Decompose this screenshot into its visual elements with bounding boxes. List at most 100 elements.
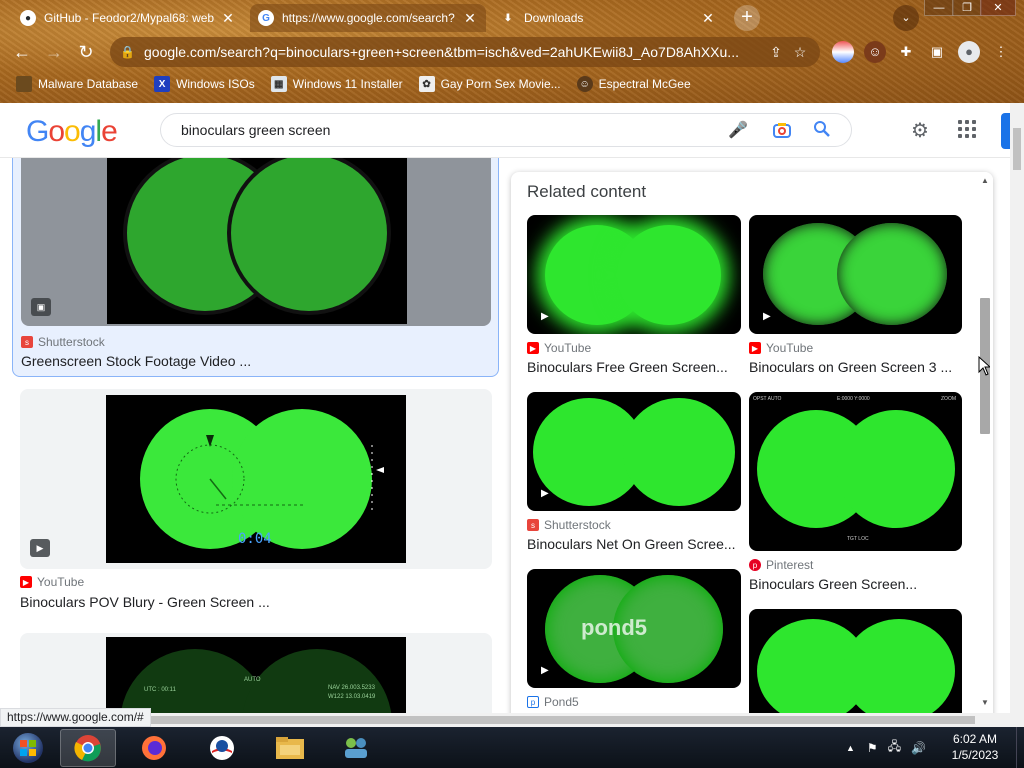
related-item[interactable]: ▶ s Shutterstock Binoculars Net On Green… xyxy=(527,392,741,552)
related-item[interactable]: OPST AUTO E:0000 Y:0000 ZOOM TGT LOC p P… xyxy=(749,392,962,592)
back-button[interactable]: ← xyxy=(10,40,34,64)
close-icon[interactable]: ✕ xyxy=(220,10,236,27)
scroll-down-arrow-icon[interactable]: ▼ xyxy=(981,698,989,707)
lens-camera-icon[interactable] xyxy=(771,120,793,142)
taskbar-clock[interactable]: 6:02 AM 1/5/2023 xyxy=(940,731,1010,763)
system-tray: ▲ ⚑ 🖧 🔊 xyxy=(846,727,926,768)
bookmark-windows-11-installer[interactable]: ▦ Windows 11 Installer xyxy=(270,76,403,92)
extension-flag-icon[interactable] xyxy=(832,41,854,63)
related-title[interactable]: Binoculars Free Green Screen... xyxy=(527,359,737,375)
related-title[interactable]: Binoculars Green Screen... xyxy=(749,576,959,592)
avatar-icon: ☺ xyxy=(576,76,593,92)
related-scrollbar[interactable]: ▲ ▼ xyxy=(977,172,993,713)
close-icon[interactable]: ✕ xyxy=(700,10,716,27)
result-source[interactable]: ▶ YouTube xyxy=(20,575,84,589)
play-icon: ▶ xyxy=(30,539,50,557)
related-source[interactable]: s Shutterstock xyxy=(527,518,611,532)
extensions-puzzle-icon[interactable]: ✚ xyxy=(895,41,917,63)
tab-downloads[interactable]: ⬇ Downloads ✕ xyxy=(492,4,724,32)
google-logo[interactable]: Google xyxy=(26,115,118,149)
result-thumbnail[interactable]: 0:04 ▶ xyxy=(20,389,492,569)
star-icon[interactable]: ☆ xyxy=(788,44,812,61)
related-item[interactable]: pond5 ▶ p Pond5 xyxy=(527,569,741,713)
youtube-icon: ▶ xyxy=(20,576,32,588)
result-source[interactable]: s Shutterstock xyxy=(21,335,105,349)
clock-time: 6:02 AM xyxy=(952,732,998,746)
close-icon[interactable]: ✕ xyxy=(462,10,478,27)
tab-google-search[interactable]: G https://www.google.com/search? ✕ xyxy=(250,4,486,32)
related-source[interactable]: ▶ YouTube xyxy=(527,341,591,355)
volume-icon[interactable]: 🔊 xyxy=(911,741,926,755)
firefox-icon xyxy=(142,736,166,760)
sign-in-button[interactable] xyxy=(1001,113,1010,149)
tab-search-button[interactable]: ⌄ xyxy=(893,5,919,31)
horizontal-scrollbar-thumb[interactable] xyxy=(150,716,975,724)
lock-icon[interactable]: 🔒 xyxy=(120,45,135,59)
address-bar[interactable]: 🔒 google.com/search?q=binoculars+green+s… xyxy=(110,37,820,67)
related-source[interactable]: ▶ YouTube xyxy=(749,341,813,355)
taskbar-firefox[interactable] xyxy=(126,729,182,767)
result-title[interactable]: Greenscreen Stock Footage Video ... xyxy=(21,353,481,369)
hud-text: E:0000 Y:0000 xyxy=(837,396,870,402)
search-icon[interactable] xyxy=(811,120,833,142)
share-icon[interactable]: ⇪ xyxy=(764,44,788,61)
related-title[interactable]: Binoculars on Green Screen 3 ... xyxy=(749,359,959,375)
related-source[interactable]: p Pinterest xyxy=(749,558,813,572)
taskbar-file-explorer[interactable] xyxy=(262,729,318,767)
settings-gear-icon[interactable]: ⚙ xyxy=(908,119,932,143)
network-icon[interactable]: 🖧 xyxy=(888,737,901,758)
reload-button[interactable]: ↻ xyxy=(74,40,98,64)
tab-github[interactable]: ● GitHub - Feodor2/Mypal68: web b ✕ xyxy=(12,4,244,32)
video-timer: 0:04 xyxy=(238,531,272,547)
bookmark-malware-database[interactable]: Malware Database xyxy=(16,76,138,92)
restore-button[interactable]: ❐ xyxy=(952,0,982,16)
bookmarks-bar: Malware Database X Windows ISOs ▦ Window… xyxy=(0,72,1024,96)
related-thumbnail[interactable]: ▶ xyxy=(527,215,741,334)
forward-button[interactable]: → xyxy=(42,40,66,64)
start-button[interactable] xyxy=(0,729,56,767)
page-scrollbar-thumb[interactable] xyxy=(1013,128,1021,170)
result-thumbnail[interactable]: UTC : 00:11 AUTO NAV 26.003.5233 W122 13… xyxy=(20,633,492,713)
close-window-button[interactable]: ✕ xyxy=(980,0,1016,16)
page-vertical-scrollbar[interactable] xyxy=(1010,103,1024,727)
bookmark-movie[interactable]: ✿ Gay Porn Sex Movie... xyxy=(418,76,561,92)
show-hidden-icons-icon[interactable]: ▲ xyxy=(846,743,855,753)
related-thumbnail[interactable]: OPST AUTO E:0000 Y:0000 ZOOM TGT LOC xyxy=(749,392,962,551)
taskbar-chrome[interactable] xyxy=(60,729,116,767)
page-horizontal-scrollbar[interactable] xyxy=(0,713,1010,727)
related-thumbnail[interactable]: ▶ xyxy=(749,215,962,334)
related-title[interactable]: Binoculars Net On Green Scree... xyxy=(527,536,737,552)
microphone-icon[interactable]: 🎤 xyxy=(727,120,749,142)
taskbar-app-obama[interactable] xyxy=(194,729,250,767)
search-input[interactable] xyxy=(181,122,701,138)
result-thumbnail[interactable]: ▣ xyxy=(21,158,491,326)
github-icon: ● xyxy=(20,10,36,26)
related-thumbnail[interactable] xyxy=(749,609,962,713)
google-apps-icon[interactable] xyxy=(958,120,980,142)
result-card-selected[interactable]: ▣ s Shutterstock Greenscreen Stock Foota… xyxy=(12,158,499,377)
result-card[interactable]: 0:04 ▶ ▶ YouTube Binoculars POV Blury - … xyxy=(20,389,492,610)
side-panel-icon[interactable]: ▣ xyxy=(926,41,948,63)
related-item[interactable]: ▶ ▶ YouTube Binoculars on Green Screen 3… xyxy=(749,215,962,390)
extension-avatar-icon[interactable]: ☺ xyxy=(864,41,886,63)
flag-icon[interactable]: ⚑ xyxy=(867,741,878,755)
minimize-button[interactable]: — xyxy=(924,0,954,16)
taskbar-network-app[interactable] xyxy=(328,729,384,767)
profile-icon[interactable]: ● xyxy=(958,41,980,63)
play-icon: ▶ xyxy=(541,665,549,676)
search-box[interactable]: 🎤 xyxy=(160,113,852,147)
new-tab-button[interactable]: + xyxy=(734,5,760,31)
show-desktop-button[interactable] xyxy=(1016,727,1024,768)
bookmark-espectral-mcgee[interactable]: ☺ Espectral McGee xyxy=(576,76,691,92)
related-item[interactable] xyxy=(749,609,962,713)
result-card[interactable]: UTC : 00:11 AUTO NAV 26.003.5233 W122 13… xyxy=(20,633,492,713)
related-heading: Related content xyxy=(527,182,647,201)
related-source[interactable]: p Pond5 xyxy=(527,695,579,709)
related-thumbnail[interactable]: ▶ xyxy=(527,392,741,511)
related-thumbnail[interactable]: pond5 ▶ xyxy=(527,569,741,688)
bookmark-windows-isos[interactable]: X Windows ISOs xyxy=(154,76,255,92)
related-item[interactable]: ▶ ▶ YouTube Binoculars Free Green Screen… xyxy=(527,215,741,390)
menu-kebab-icon[interactable]: ⋮ xyxy=(990,41,1012,63)
scroll-up-arrow-icon[interactable]: ▲ xyxy=(981,176,989,185)
result-title[interactable]: Binoculars POV Blury - Green Screen ... xyxy=(20,594,492,610)
